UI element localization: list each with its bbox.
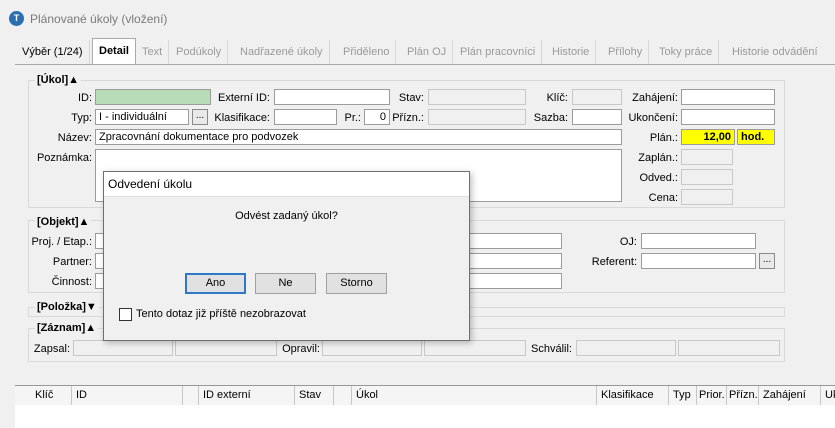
- id-label: ID:: [77, 92, 92, 104]
- zaplan-field: [681, 149, 733, 165]
- tab-plan-pracovnici[interactable]: Plán pracovníci: [454, 40, 543, 64]
- col-blank-1[interactable]: [183, 386, 199, 405]
- polozka-section-title[interactable]: [Položka]▼: [35, 301, 99, 313]
- pr-field[interactable]: 0: [364, 109, 390, 125]
- col-id-externi[interactable]: ID externí: [199, 386, 295, 405]
- proj-etap-label: Proj. / Etap.:: [31, 236, 92, 248]
- typ-label: Typ:: [71, 112, 92, 124]
- stav-label: Stav:: [398, 92, 424, 104]
- priznaky-field: [428, 109, 526, 125]
- zapsal-date-field: [175, 340, 277, 356]
- cancel-button[interactable]: Storno: [326, 273, 387, 294]
- yes-button[interactable]: Ano: [185, 273, 246, 294]
- col-ukol[interactable]: Úkol: [352, 386, 597, 405]
- col-klasifikace[interactable]: Klasifikace: [597, 386, 669, 405]
- referent-label: Referent:: [591, 256, 637, 268]
- opravil-date-field: [424, 340, 526, 356]
- oj-field[interactable]: [641, 233, 756, 249]
- klic-field: [572, 89, 622, 105]
- col-klic[interactable]: Klíč: [15, 386, 72, 405]
- typ-lookup-button[interactable]: ...: [192, 109, 208, 125]
- dialog-message: Odvést zadaný úkol?: [235, 210, 338, 222]
- col-stav[interactable]: Stav: [295, 386, 334, 405]
- zahajeni-field[interactable]: [681, 89, 775, 105]
- confirm-dialog: Odvedení úkolu Odvést zadaný úkol? Ano N…: [103, 171, 470, 341]
- col-typ[interactable]: Typ: [669, 386, 697, 405]
- partner-label: Partner:: [52, 256, 92, 268]
- plan-field[interactable]: 12,00: [681, 129, 735, 145]
- col-blank-2[interactable]: [334, 386, 352, 405]
- zahajeni-label: Zahájení:: [632, 92, 678, 104]
- tab-detail[interactable]: Detail: [92, 38, 136, 65]
- klasifikace-field[interactable]: [274, 109, 337, 125]
- col-id[interactable]: ID: [72, 386, 183, 405]
- referent-field[interactable]: [641, 253, 756, 269]
- cena-field: [681, 189, 733, 205]
- pr-label: Pr.:: [344, 112, 361, 124]
- sazba-label: Sazba:: [533, 112, 568, 124]
- zaznam-section-title[interactable]: [Záznam]▲: [35, 322, 99, 334]
- ukonceni-field[interactable]: [681, 109, 775, 125]
- no-button[interactable]: Ne: [255, 273, 316, 294]
- title-bar: T Plánované úkoly (vložení): [0, 0, 835, 34]
- id-field[interactable]: [95, 89, 211, 105]
- odved-label: Odved.:: [639, 172, 678, 184]
- zapsal-label: Zapsal:: [33, 343, 70, 355]
- poznamka-label: Poznámka:: [36, 152, 92, 164]
- grid-header: Klíč ID ID externí Stav Úkol Klasifikace…: [15, 385, 835, 405]
- cena-label: Cena:: [648, 192, 678, 204]
- col-ukonceni[interactable]: Ukon: [821, 386, 835, 405]
- odved-field: [681, 169, 733, 185]
- plan-unit-select[interactable]: hod.: [737, 129, 775, 145]
- tab-historie-odvadeni[interactable]: Historie odvádění: [726, 40, 824, 64]
- stav-field: [428, 89, 526, 105]
- col-zahajeni[interactable]: Zahájení: [759, 386, 821, 405]
- ukonceni-label: Ukončení:: [628, 112, 678, 124]
- objekt-section-title[interactable]: [Objekt]▲: [35, 216, 92, 228]
- oj-label: OJ:: [619, 236, 637, 248]
- schvalil-label: Schválil:: [531, 343, 572, 355]
- typ-field[interactable]: I - individuální: [95, 109, 189, 125]
- opravil-field: [322, 340, 422, 356]
- tab-text[interactable]: Text: [136, 40, 170, 64]
- window-title: Plánované úkoly (vložení): [30, 12, 168, 26]
- cinnost-label: Činnost:: [51, 276, 92, 288]
- tab-nadrazene-ukoly[interactable]: Nadřazené úkoly: [234, 40, 330, 64]
- tab-historie[interactable]: Historie: [546, 40, 597, 64]
- zapsal-field: [73, 340, 173, 356]
- col-priznaky[interactable]: Přízn.: [727, 386, 759, 405]
- schvalil-field: [576, 340, 676, 356]
- plan-label: Plán.:: [649, 132, 678, 144]
- ukol-section-title[interactable]: [Úkol]▲: [35, 74, 82, 86]
- grid-body[interactable]: [15, 405, 835, 428]
- externi-id-field[interactable]: [274, 89, 390, 105]
- zaplan-label: Zaplán.:: [638, 152, 678, 164]
- externi-id-label: Externí ID:: [218, 92, 270, 104]
- sazba-field[interactable]: [572, 109, 622, 125]
- nazev-label: Název:: [57, 132, 92, 144]
- tab-toky-prace[interactable]: Toky práce: [653, 40, 720, 64]
- tab-vyber[interactable]: Výběr (1/24): [16, 40, 90, 64]
- dont-show-again-checkbox[interactable]: [119, 308, 132, 321]
- schvalil-date-field: [678, 340, 780, 356]
- nazev-field[interactable]: Zpracovnání dokumentace pro podvozek: [95, 129, 622, 145]
- tab-podukoly[interactable]: Podúkoly: [170, 40, 229, 64]
- tab-plan-oj[interactable]: Plán OJ: [401, 40, 454, 64]
- opravil-label: Opravil:: [282, 343, 320, 355]
- app-logo-icon: T: [9, 11, 24, 26]
- dialog-title: Odvedení úkolu: [104, 172, 469, 197]
- klic-label: Klíč:: [546, 92, 568, 104]
- tab-prilohy[interactable]: Přílohy: [602, 40, 650, 64]
- dont-show-again-label[interactable]: Tento dotaz již příště nezobrazovat: [136, 308, 306, 320]
- referent-lookup-button[interactable]: ...: [759, 253, 775, 269]
- tab-prideleno[interactable]: Přiděleno: [337, 40, 397, 64]
- col-prior[interactable]: Prior.: [697, 386, 727, 405]
- klasifikace-label: Klasifikace:: [214, 112, 270, 124]
- priznaky-label: Přízn.:: [392, 112, 424, 124]
